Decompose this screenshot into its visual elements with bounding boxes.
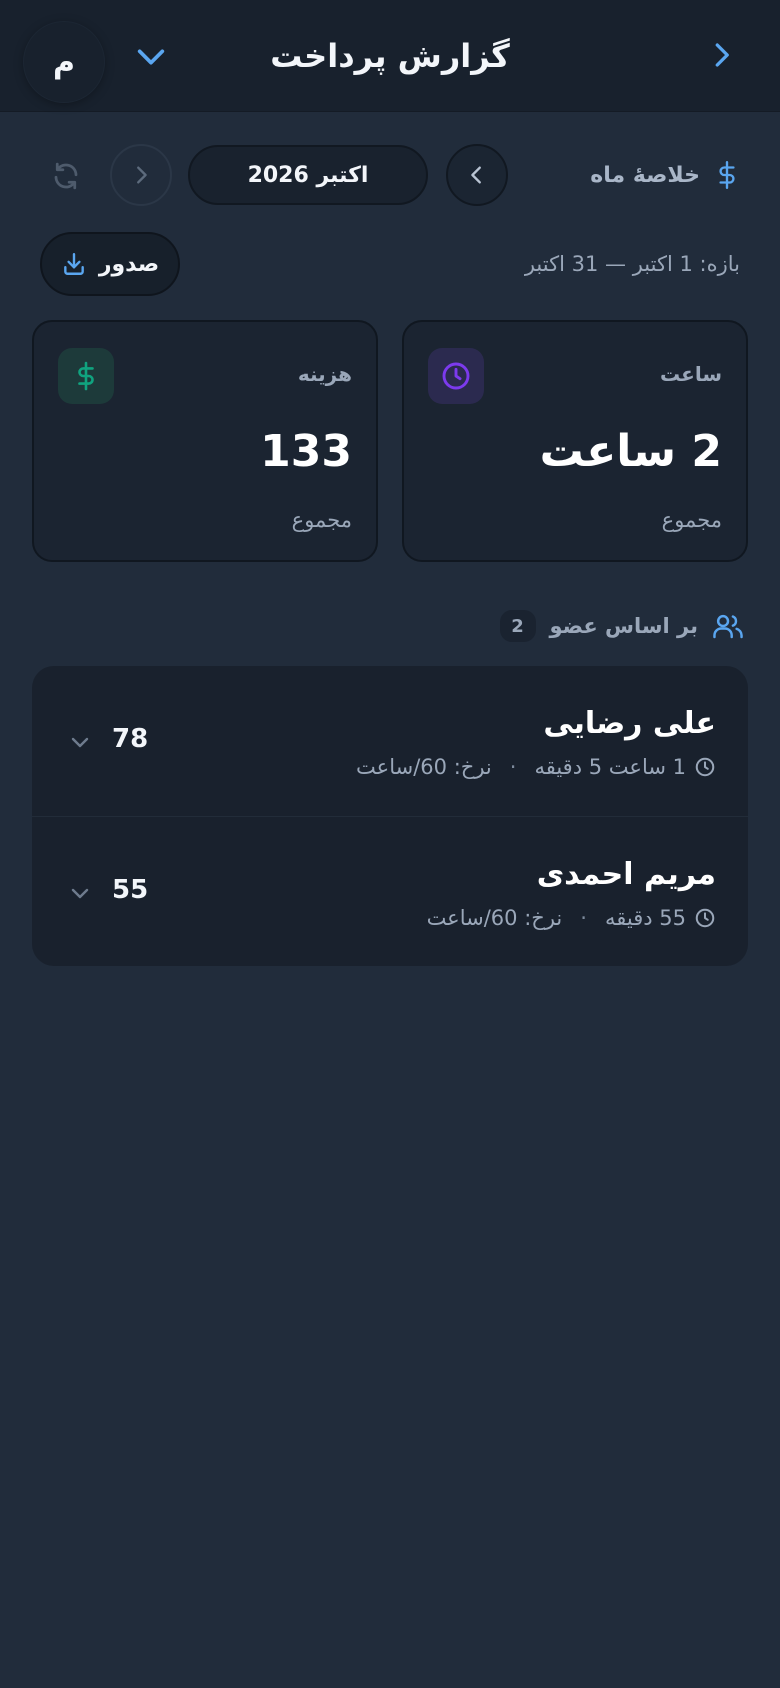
chevron-down-icon xyxy=(137,49,165,65)
chevron-down-icon xyxy=(71,888,89,899)
member-duration: 1 ساعت 5 دقیقه xyxy=(534,755,686,779)
cost-stat-card: هزینه 133 مجموع xyxy=(32,320,378,562)
clock-icon xyxy=(695,757,715,777)
member-duration: 55 دقیقه xyxy=(604,906,686,930)
hours-sub: مجموع xyxy=(661,508,722,532)
month-summary-heading: خلاصهٔ ماه xyxy=(590,142,740,208)
chevron-down-icon xyxy=(71,737,89,748)
current-month-pill[interactable]: اکتبر 2026 xyxy=(188,145,428,205)
download-icon xyxy=(63,253,84,275)
member-name: مریم احمدی xyxy=(536,857,716,892)
users-icon xyxy=(713,614,743,639)
cost-value: 133 xyxy=(260,426,352,477)
member-rate: نرخ: 60/ساعت xyxy=(356,755,492,779)
dollar-icon xyxy=(78,361,94,391)
by-member-label: بر اساس عضو xyxy=(549,614,699,638)
chevron-left-icon xyxy=(471,166,481,184)
member-meta: 1 ساعت 5 دقیقه · نرخ: 60/ساعت xyxy=(356,752,716,782)
date-range-text: بازه: 1 اکتبر — 31 اکتبر xyxy=(524,252,740,276)
meta-separator: · xyxy=(509,755,517,779)
member-rate: نرخ: 60/ساعت xyxy=(426,906,563,930)
chevron-right-icon xyxy=(137,166,147,184)
expand-row-button[interactable] xyxy=(64,726,96,758)
avatar[interactable]: م xyxy=(24,22,104,102)
by-member-heading: بر اساس عضو 2 xyxy=(499,604,745,648)
dollar-icon xyxy=(719,160,735,190)
previous-month-button[interactable] xyxy=(446,144,508,206)
expand-row-button[interactable] xyxy=(64,877,96,909)
export-button[interactable]: صدور xyxy=(40,232,180,296)
member-meta: 55 دقیقه · نرخ: 60/ساعت xyxy=(427,903,716,933)
export-label: صدور xyxy=(98,251,160,277)
refresh-button[interactable] xyxy=(46,156,86,196)
hours-value: 2 ساعت xyxy=(539,426,722,477)
menu-toggle-button[interactable] xyxy=(128,34,174,80)
member-amount: 55 xyxy=(112,875,149,905)
cost-sub: مجموع xyxy=(291,508,352,532)
cost-icon-badge xyxy=(58,348,114,404)
hours-label: ساعت xyxy=(659,362,722,386)
hours-icon-badge xyxy=(428,348,484,404)
summary-label: خلاصهٔ ماه xyxy=(590,162,700,188)
member-row[interactable]: علی رضایی 1 ساعت 5 دقیقه · نرخ: 60/ساعت … xyxy=(32,666,748,816)
meta-separator: · xyxy=(580,906,587,930)
refresh-icon xyxy=(54,162,78,190)
member-count-badge: 2 xyxy=(499,610,536,642)
member-row[interactable]: مریم احمدی 55 دقیقه · نرخ: 60/ساعت 55 xyxy=(32,816,748,966)
chevron-right-icon xyxy=(715,43,729,67)
page-title: گزارش پرداخت xyxy=(270,37,510,75)
member-list: علی رضایی 1 ساعت 5 دقیقه · نرخ: 60/ساعت … xyxy=(32,666,748,966)
clock-icon xyxy=(442,362,470,390)
hours-stat-card: ساعت 2 ساعت مجموع xyxy=(402,320,748,562)
range-row: بازه: 1 اکتبر — 31 اکتبر صدور xyxy=(0,232,780,296)
cost-label: هزینه xyxy=(297,362,352,386)
member-amount: 78 xyxy=(112,724,149,754)
back-button[interactable] xyxy=(698,32,744,78)
next-month-button[interactable] xyxy=(110,144,172,206)
app-header: گزارش پرداخت م xyxy=(0,0,780,112)
month-selector: خلاصهٔ ماه اکتبر 2026 xyxy=(0,142,780,208)
clock-icon xyxy=(695,908,715,928)
member-name: علی رضایی xyxy=(543,706,716,741)
